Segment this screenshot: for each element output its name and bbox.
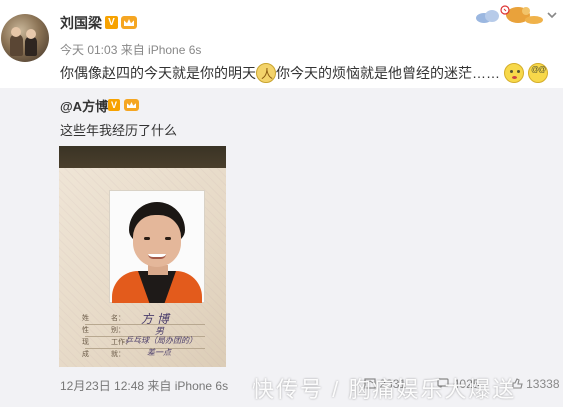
repost-verified-badge-icon: V [108, 99, 120, 111]
verified-badge-icon: V [105, 16, 118, 29]
repost-username[interactable]: @A方博 [60, 96, 108, 115]
decoration-icon [476, 5, 543, 24]
handwritten-school: 乒乓球（局办团的） [125, 336, 197, 345]
post-content: 你偶像赵四的今天就是你的明天 你今天的烦恼就是他曾经的迷茫…… [60, 63, 548, 83]
user-avatar[interactable] [1, 14, 49, 62]
weibo-post: 刘国梁 V 今天 01:03 来自 iPhone 6s 你偶像赵四的今天就是你的… [0, 0, 563, 88]
repost-text: 这些年我经历了什么 [60, 123, 178, 138]
id-photo-mouth [148, 254, 166, 259]
pout-icon [504, 63, 524, 83]
repost-meta: 12月23日 12:48 来自 iPhone 6s [60, 379, 229, 393]
repost-member-crown-icon [124, 99, 139, 111]
avatar-figure-left [10, 34, 23, 56]
field-label-grade-right: 就： [111, 351, 125, 358]
chevron-down-icon[interactable] [545, 8, 559, 22]
id-photo [109, 190, 205, 303]
post-meta: 今天 01:03 来自 iPhone 6s [60, 43, 202, 57]
watermark: 快传号 / 胸痛娱乐大爆送 [252, 377, 517, 402]
post-top-right [474, 4, 559, 26]
avatar-figure-right [25, 36, 37, 56]
id-photo-eye-left [144, 237, 150, 240]
id-photo-face [133, 215, 181, 267]
avatar-head-right [26, 29, 36, 39]
avatar-head-left [11, 27, 21, 37]
id-photo-eye-right [165, 237, 171, 240]
post-username[interactable]: 刘国梁 [60, 13, 102, 33]
certificate-field-labels: 姓 性 现 成 [82, 313, 89, 361]
dizzy-icon [528, 63, 548, 83]
field-label-grade: 成 [82, 351, 89, 358]
handwritten-grade: 差一点 [147, 348, 171, 357]
repost-photo[interactable]: 姓 性 现 成 名： 别： 工作： 就： 方 博 男 乒乓球（局办团的） 差一点 [59, 146, 226, 367]
like-action[interactable]: 13338 [511, 377, 563, 391]
post-text-part2: 你今天的烦恼就是他曾经的迷茫…… [276, 65, 500, 81]
repost-container: @A方博 V 这些年我经历了什么 姓 性 现 成 名： 别： 工作： 就： 方 … [0, 88, 563, 407]
certificate-line [85, 348, 205, 349]
member-crown-icon [121, 16, 137, 29]
post-text-part1: 你偶像赵四的今天就是你的明天 [60, 65, 256, 81]
like-count: 13338 [526, 377, 560, 391]
salute-icon [256, 63, 276, 83]
